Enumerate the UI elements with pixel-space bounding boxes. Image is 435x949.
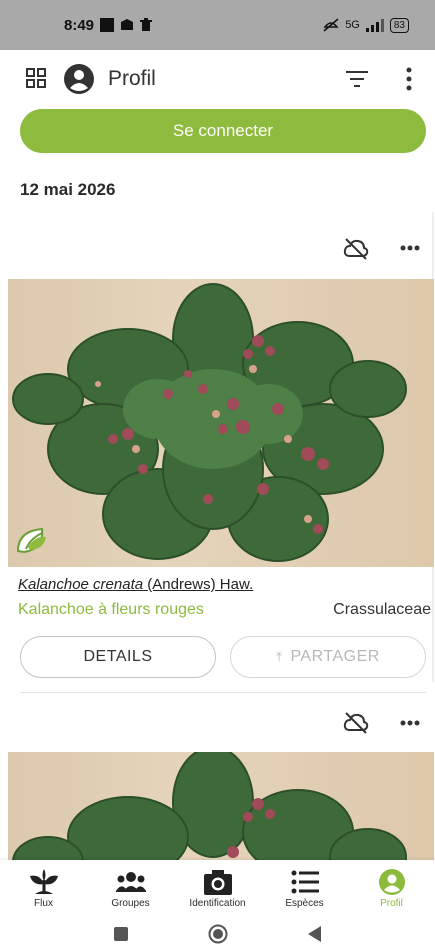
leaf-badge-icon: [16, 527, 46, 554]
observation-date: 12 mai 2026: [20, 180, 116, 199]
home-icon[interactable]: [208, 924, 228, 944]
plant-illustration: [12, 283, 407, 562]
status-right: 5G 83: [323, 17, 409, 33]
notification-icon: [100, 18, 115, 32]
app-header: Profil: [0, 52, 435, 108]
inbox-icon: [121, 19, 134, 30]
nav-label-profil: Profil: [380, 898, 403, 909]
nav-label-especes: Espèces: [285, 898, 324, 909]
grid-icon[interactable]: [26, 68, 46, 88]
upload-icon: ⤒: [276, 649, 283, 664]
share-button[interactable]: ⤒ PARTAGER: [230, 636, 426, 678]
login-button[interactable]: Se connecter: [20, 109, 426, 153]
battery-indicator: 83: [389, 17, 409, 33]
profile-icon: [378, 869, 405, 895]
common-name: Kalanchoe à fleurs rouges: [18, 601, 204, 618]
back-icon[interactable]: [307, 925, 322, 942]
system-navigation: [0, 918, 435, 949]
signal-icon: [365, 18, 384, 32]
nav-item-groupes[interactable]: Groupes: [87, 860, 174, 916]
more-vert-icon[interactable]: [406, 67, 412, 91]
nav-label-flux: Flux: [34, 898, 53, 909]
nav-label-identification: Identification: [189, 898, 246, 909]
details-button[interactable]: DETAILS: [20, 636, 216, 678]
status-bar: 8:49 5G 83: [0, 0, 435, 50]
nav-item-identification[interactable]: Identification: [174, 860, 261, 916]
more-horiz-icon[interactable]: [400, 720, 420, 726]
bottom-navigation: Flux Groupes Identification Espèces Prof…: [0, 860, 435, 916]
scientific-name-taxon: Kalanchoe crenata: [18, 576, 144, 593]
plant-photo[interactable]: [8, 752, 434, 860]
page-title: Profil: [108, 67, 156, 90]
nav-item-flux[interactable]: Flux: [0, 860, 87, 916]
plant-photo[interactable]: [8, 279, 434, 567]
trash-icon: [140, 18, 153, 31]
nav-item-especes[interactable]: Espèces: [261, 860, 348, 916]
camera-icon: [203, 870, 232, 895]
scientific-name-authority: (Andrews) Haw.: [147, 576, 254, 593]
nav-label-groupes: Groupes: [111, 898, 150, 909]
plant-illustration: [12, 752, 407, 860]
nav-item-profil[interactable]: Profil: [348, 860, 435, 916]
scientific-name[interactable]: Kalanchoe crenata (Andrews) Haw.: [18, 576, 253, 593]
status-left: 8:49: [64, 16, 153, 34]
more-horiz-icon[interactable]: [400, 245, 420, 251]
share-label: PARTAGER: [290, 648, 380, 665]
avatar-icon[interactable]: [64, 64, 94, 94]
network-label: 5G: [345, 19, 360, 31]
divider: [20, 692, 426, 693]
mute-icon: [323, 18, 339, 32]
status-time: 8:49: [64, 16, 95, 34]
groups-icon: [115, 872, 146, 892]
family-name: Crassulaceae: [333, 601, 431, 618]
filter-icon[interactable]: [346, 70, 368, 88]
cloud-off-icon[interactable]: [343, 237, 369, 261]
recents-icon[interactable]: [113, 926, 128, 941]
plant-icon: [29, 869, 58, 894]
cloud-off-icon[interactable]: [343, 711, 369, 735]
list-icon: [291, 870, 319, 894]
